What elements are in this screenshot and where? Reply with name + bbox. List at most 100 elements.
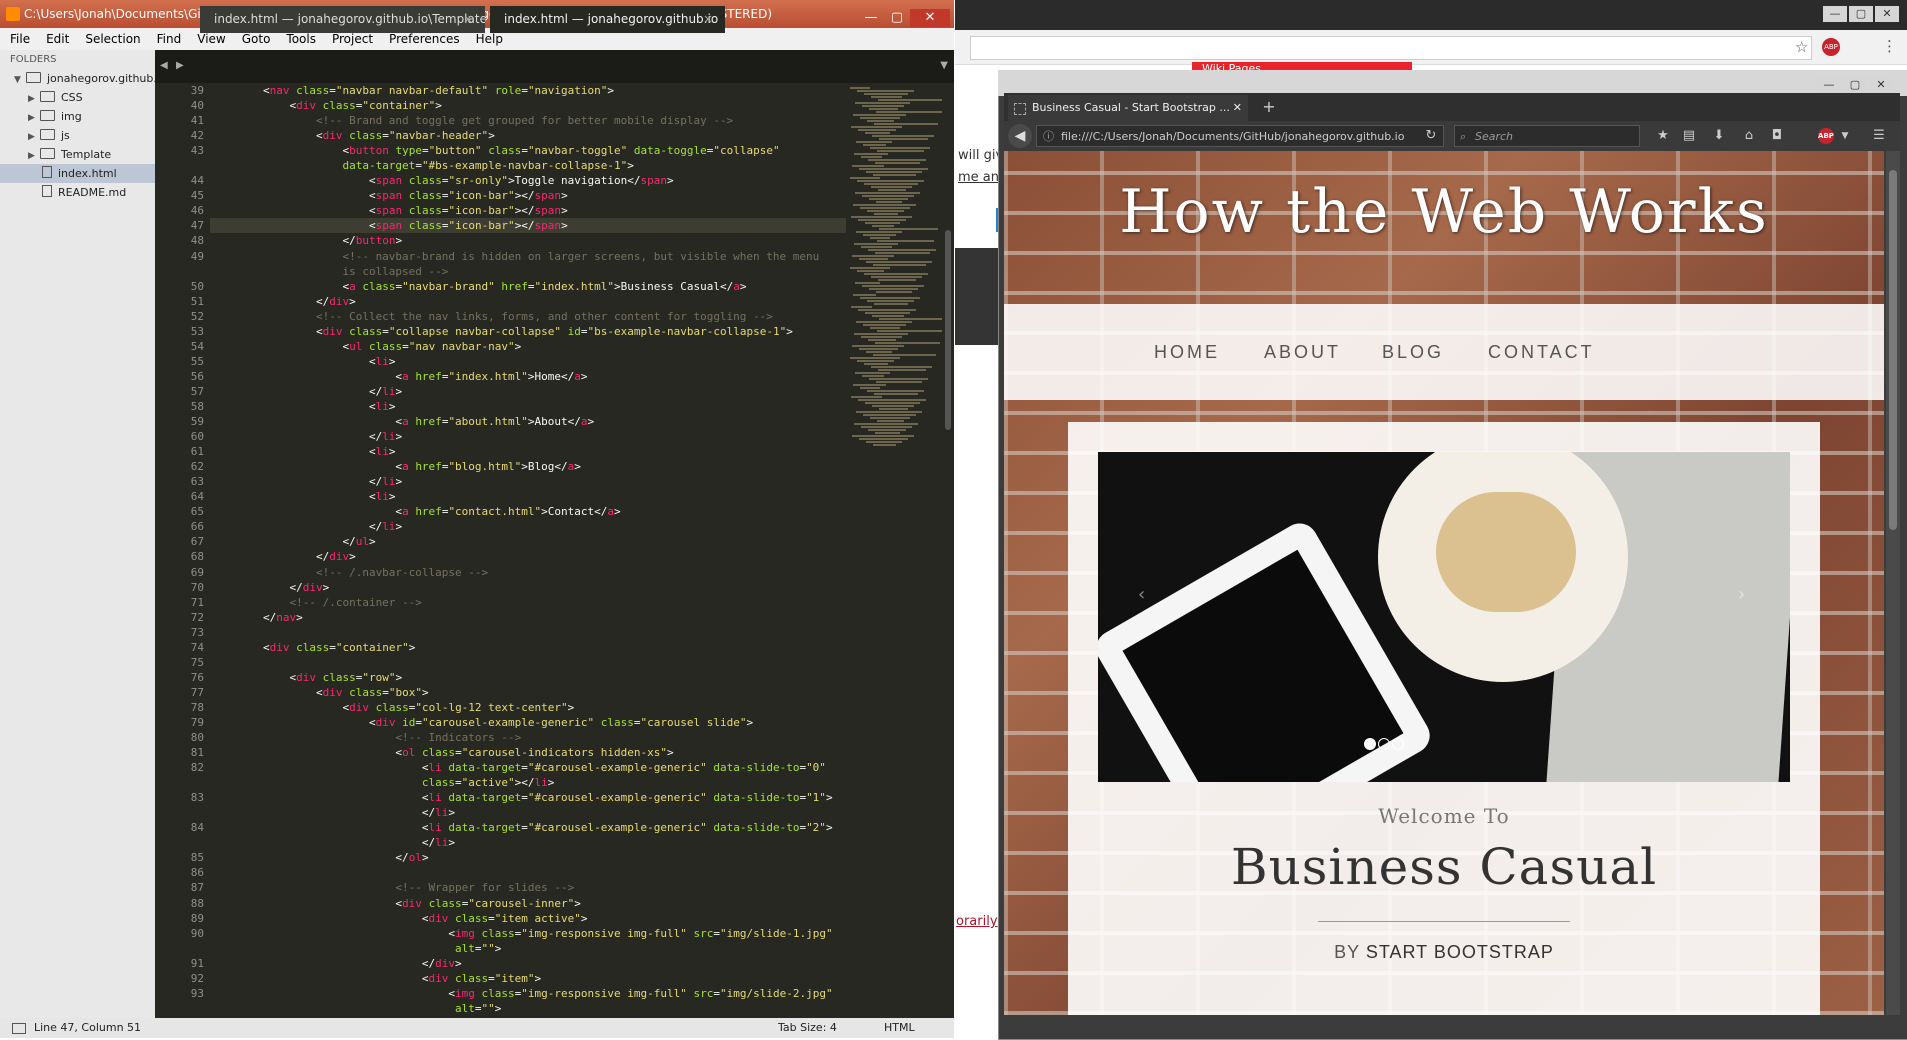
sidebar-item-index-html[interactable]: index.html [0, 164, 155, 183]
code-line[interactable]: <a href="about.html">About</a> [210, 414, 846, 429]
menu-icon[interactable]: ⋮ [1882, 37, 1897, 55]
code-line[interactable]: <a href="contact.html">Contact</a> [210, 504, 846, 519]
code-line[interactable] [210, 865, 846, 880]
carousel-indicator[interactable] [1392, 738, 1404, 750]
code-line[interactable]: <!-- Brand and toggle get grouped for be… [210, 113, 846, 128]
maximize-button[interactable]: ▢ [1843, 77, 1867, 93]
background-address-bar[interactable] [970, 36, 1812, 60]
code-line[interactable]: </div> [210, 294, 846, 309]
sidebar-item-template[interactable]: ▶ Template [0, 145, 155, 164]
code-line[interactable]: data-target="#bs-example-navbar-collapse… [210, 158, 846, 173]
background-link[interactable]: orarily [956, 914, 998, 929]
chevron-right-icon[interactable]: ▶ [28, 147, 40, 164]
page-scrollbar-thumb[interactable] [1889, 170, 1897, 530]
close-icon[interactable]: × [463, 6, 473, 33]
code-line[interactable]: </div> [210, 580, 846, 595]
code-line[interactable]: </li> [210, 384, 846, 399]
sidebar-item-readme-md[interactable]: README.md [0, 183, 155, 202]
info-icon[interactable]: ⓘ [1043, 126, 1054, 146]
code-line[interactable]: </div> [210, 956, 846, 971]
chevron-right-icon[interactable]: ▶ [28, 90, 40, 107]
close-icon[interactable]: × [703, 6, 713, 33]
menu-item-selection[interactable]: Selection [75, 28, 146, 50]
code-line[interactable]: <span class="icon-bar"></span> [210, 203, 846, 218]
code-line[interactable]: <div class="navbar-header"> [210, 128, 846, 143]
carousel[interactable]: ‹ › [1098, 452, 1790, 782]
code-line[interactable]: <span class="icon-bar"></span> [210, 188, 846, 203]
menu-item-edit[interactable]: Edit [36, 28, 75, 50]
code-line[interactable]: <a class="navbar-brand" href="index.html… [210, 279, 846, 294]
code-line[interactable]: <!-- /.container --> [210, 595, 846, 610]
code-line[interactable] [210, 625, 846, 640]
syntax-mode[interactable]: HTML [884, 1018, 915, 1038]
reading-list-icon[interactable]: ▤ [1680, 127, 1698, 145]
code-line[interactable]: <img class="img-responsive img-full" src… [210, 926, 846, 941]
code-line[interactable]: alt=""> [210, 941, 846, 956]
carousel-indicator[interactable] [1364, 738, 1376, 750]
minimize-button[interactable]: — [1817, 77, 1841, 93]
code-line[interactable]: <div class="row"> [210, 670, 846, 685]
code-line[interactable]: <div class="container"> [210, 98, 846, 113]
chevron-right-icon[interactable]: ▶ [28, 128, 40, 145]
star-icon[interactable]: ☆ [1795, 38, 1808, 56]
code-line[interactable]: <li data-target="#carousel-example-gener… [210, 760, 846, 775]
code-line[interactable]: <button type="button" class="navbar-togg… [210, 143, 846, 158]
site-nav-about[interactable]: ABOUT [1264, 342, 1341, 363]
pocket-icon[interactable]: ◘ [1768, 127, 1786, 145]
code-line[interactable]: </li> [210, 835, 846, 850]
minimize-button[interactable]: — [858, 9, 884, 27]
code-line[interactable]: <div id="carousel-example-generic" class… [210, 715, 846, 730]
chevron-right-icon[interactable]: ▶ [28, 109, 40, 126]
site-nav-contact[interactable]: CONTACT [1488, 342, 1595, 363]
code-line[interactable]: <div class="item active"> [210, 911, 846, 926]
code-line[interactable]: <li data-target="#carousel-example-gener… [210, 790, 846, 805]
sidebar-item-js[interactable]: ▶ js [0, 126, 155, 145]
code-line[interactable]: is collapsed --> [210, 264, 846, 279]
code-line[interactable] [210, 655, 846, 670]
home-icon[interactable]: ⌂ [1740, 127, 1758, 145]
code-line[interactable]: <a href="index.html">Home</a> [210, 369, 846, 384]
tab-index-active[interactable]: index.html — jonahegorov.github.io × [490, 6, 725, 33]
code-line[interactable]: <img class="img-responsive img-full" src… [210, 986, 846, 1001]
tab-list-dropdown-icon[interactable]: ▼ [940, 60, 948, 71]
minimap[interactable] [846, 83, 948, 1018]
adblock-icon[interactable]: ABP [1822, 38, 1840, 56]
code-line[interactable]: <!-- Wrapper for slides --> [210, 880, 846, 895]
site-nav-home[interactable]: HOME [1154, 342, 1220, 363]
sidebar-root-folder[interactable]: ▼ jonahegorov.github.io [0, 69, 155, 88]
menu-item-find[interactable]: Find [147, 28, 188, 50]
reload-icon[interactable]: ↻ [1422, 127, 1440, 145]
code-line[interactable]: </ol> [210, 850, 846, 865]
chevron-down-icon[interactable]: ▼ [1836, 127, 1854, 145]
code-line[interactable]: <div class="box"> [210, 685, 846, 700]
code-line[interactable]: <ul class="nav navbar-nav"> [210, 339, 846, 354]
code-line[interactable]: <li data-target="#carousel-example-gener… [210, 820, 846, 835]
code-editor[interactable]: <nav class="navbar navbar-default" role=… [210, 83, 846, 1018]
editor-scrollbar-thumb[interactable] [945, 230, 951, 430]
carousel-indicator[interactable] [1378, 738, 1390, 750]
url-bar[interactable]: ⓘ file:///C:/Users/Jonah/Documents/GitHu… [1036, 125, 1444, 147]
code-line[interactable]: <div class="col-lg-12 text-center"> [210, 700, 846, 715]
code-line[interactable]: </div> [210, 549, 846, 564]
sidebar-item-img[interactable]: ▶ img [0, 107, 155, 126]
maximize-button[interactable]: ▢ [1849, 6, 1873, 22]
carousel-prev-icon[interactable]: ‹ [1138, 584, 1145, 605]
code-line[interactable]: </li> [210, 429, 846, 444]
code-line[interactable]: <!-- Indicators --> [210, 730, 846, 745]
chevron-down-icon[interactable]: ▼ [14, 71, 26, 88]
code-line[interactable]: <div class="container"> [210, 640, 846, 655]
carousel-next-icon[interactable]: › [1738, 584, 1745, 605]
code-line[interactable]: <!-- /.navbar-collapse --> [210, 565, 846, 580]
tab-size[interactable]: Tab Size: 4 [778, 1018, 837, 1038]
site-nav-blog[interactable]: BLOG [1382, 342, 1444, 363]
code-line[interactable]: <div class="item"> [210, 971, 846, 986]
code-line[interactable]: </nav> [210, 610, 846, 625]
tab-scroll-left-icon[interactable]: ◀ [160, 60, 168, 71]
code-line[interactable]: <li> [210, 444, 846, 459]
code-line[interactable]: <li> [210, 354, 846, 369]
editor-scrollbar[interactable] [942, 83, 954, 1018]
panel-toggle-icon[interactable] [12, 1023, 26, 1034]
code-line[interactable]: alt=""> [210, 1001, 846, 1016]
code-line[interactable]: <!-- Collect the nav links, forms, and o… [210, 309, 846, 324]
minimize-button[interactable]: — [1823, 6, 1847, 22]
